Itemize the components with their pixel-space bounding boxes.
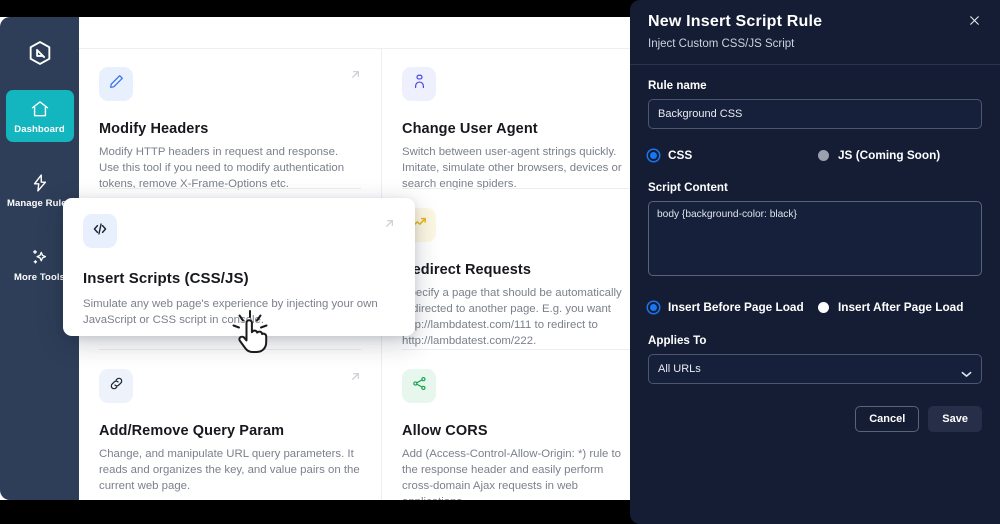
tool-card-desc: Switch between user-agent strings quickl… bbox=[402, 146, 622, 190]
save-button[interactable]: Save bbox=[928, 406, 982, 432]
radio-option-insert-before[interactable]: Insert Before Page Load bbox=[648, 300, 818, 314]
tool-card-title: Redirect Requests bbox=[402, 262, 532, 278]
code-brackets-icon bbox=[91, 220, 109, 243]
pencil-icon bbox=[108, 73, 125, 95]
sidebar-item-dashboard[interactable]: Dashboard bbox=[5, 90, 74, 142]
users-icon bbox=[411, 73, 428, 95]
radio-option-js[interactable]: JS (Coming Soon) bbox=[818, 148, 940, 162]
radio-option-css[interactable]: CSS bbox=[648, 148, 818, 162]
sparkles-icon bbox=[30, 246, 50, 268]
radio-label: Insert After Page Load bbox=[838, 300, 964, 314]
tool-card-icon-wrap bbox=[83, 214, 117, 248]
tool-card-redirect-requests[interactable]: Redirect Requests Specify a page that sh… bbox=[382, 190, 652, 350]
script-content-textarea[interactable]: body {background-color: black} bbox=[648, 201, 982, 276]
applies-to-select-wrap bbox=[648, 354, 982, 384]
radio-dot-selected-icon bbox=[648, 149, 659, 161]
tool-card-title: Modify Headers bbox=[99, 121, 209, 137]
tool-card-icon-wrap bbox=[99, 67, 133, 101]
app-window: Dashboard Manage Rules More Tools Modify… bbox=[0, 17, 652, 500]
tool-card-desc: Change, and manipulate URL query paramet… bbox=[99, 448, 360, 492]
tool-card-allow-cors[interactable]: Allow CORS Add (Access-Control-Allow-Ori… bbox=[382, 351, 652, 500]
panel-subtitle: Inject Custom CSS/JS Script bbox=[648, 38, 795, 50]
home-icon bbox=[30, 98, 50, 120]
radio-label: JS (Coming Soon) bbox=[838, 148, 941, 162]
tool-card-desc: Add (Access-Control-Allow-Origin: *) rul… bbox=[402, 448, 622, 500]
tool-card-title: Allow CORS bbox=[402, 423, 488, 439]
rule-name-group: Rule name bbox=[648, 79, 982, 129]
cancel-button[interactable]: Cancel bbox=[855, 406, 920, 432]
tool-card-icon-wrap bbox=[402, 67, 436, 101]
radio-dot-disabled-icon bbox=[818, 149, 829, 161]
radio-dot-selected-icon bbox=[648, 301, 659, 313]
tool-card-icon-wrap bbox=[402, 369, 436, 403]
panel-title: New Insert Script Rule bbox=[648, 13, 823, 30]
applies-to-select[interactable] bbox=[648, 354, 982, 384]
rule-name-label: Rule name bbox=[648, 79, 707, 92]
script-type-radio-group: CSS JS (Coming Soon) bbox=[648, 148, 982, 162]
row-divider bbox=[99, 188, 361, 189]
click-cursor-icon bbox=[228, 309, 272, 362]
tool-card-desc: Specify a page that should be automatica… bbox=[402, 287, 622, 347]
script-content-group: Script Content body {background-color: b… bbox=[648, 181, 982, 281]
applies-to-label: Applies To bbox=[648, 334, 707, 347]
rule-name-input[interactable] bbox=[648, 99, 982, 129]
panel-action-buttons: Cancel Save bbox=[648, 406, 982, 432]
script-content-label: Script Content bbox=[648, 181, 728, 194]
tool-card-title: Change User Agent bbox=[402, 121, 538, 137]
sidebar-item-label: Dashboard bbox=[14, 124, 65, 135]
row-divider bbox=[402, 349, 632, 350]
radio-label: Insert Before Page Load bbox=[668, 300, 804, 314]
radio-dot-icon bbox=[818, 301, 829, 313]
tool-card-change-user-agent[interactable]: Change User Agent Switch between user-ag… bbox=[382, 49, 652, 190]
panel-body: Rule name CSS JS (Coming Soon) Script Co… bbox=[630, 65, 1000, 432]
sidebar-item-label: More Tools bbox=[14, 272, 65, 283]
cube-logo-icon bbox=[26, 39, 54, 72]
open-arrow-icon[interactable] bbox=[348, 369, 363, 389]
tool-card-modify-headers[interactable]: Modify Headers Modify HTTP headers in re… bbox=[79, 49, 381, 190]
radio-label: CSS bbox=[668, 148, 693, 162]
close-icon[interactable] bbox=[965, 11, 983, 29]
row-divider bbox=[402, 188, 632, 189]
radio-option-insert-after[interactable]: Insert After Page Load bbox=[818, 300, 963, 314]
insert-script-rule-panel: New Insert Script Rule Inject Custom CSS… bbox=[630, 0, 1000, 524]
open-arrow-icon[interactable] bbox=[382, 216, 397, 236]
link-icon bbox=[108, 375, 125, 397]
panel-header: New Insert Script Rule Inject Custom CSS… bbox=[630, 0, 1000, 50]
screen-root: Dashboard Manage Rules More Tools Modify… bbox=[0, 0, 1000, 524]
share-nodes-icon bbox=[411, 375, 428, 397]
open-arrow-icon[interactable] bbox=[348, 67, 363, 87]
applies-to-group: Applies To bbox=[648, 334, 982, 384]
tool-card-query-param[interactable]: Add/Remove Query Param Change, and manip… bbox=[79, 351, 381, 500]
tool-card-icon-wrap bbox=[99, 369, 133, 403]
bolt-icon bbox=[30, 172, 50, 194]
tool-card-title: Insert Scripts (CSS/JS) bbox=[83, 270, 249, 287]
tool-card-title: Add/Remove Query Param bbox=[99, 423, 285, 439]
insert-timing-radio-group: Insert Before Page Load Insert After Pag… bbox=[648, 300, 982, 314]
tool-card-desc: Modify HTTP headers in request and respo… bbox=[99, 146, 345, 190]
